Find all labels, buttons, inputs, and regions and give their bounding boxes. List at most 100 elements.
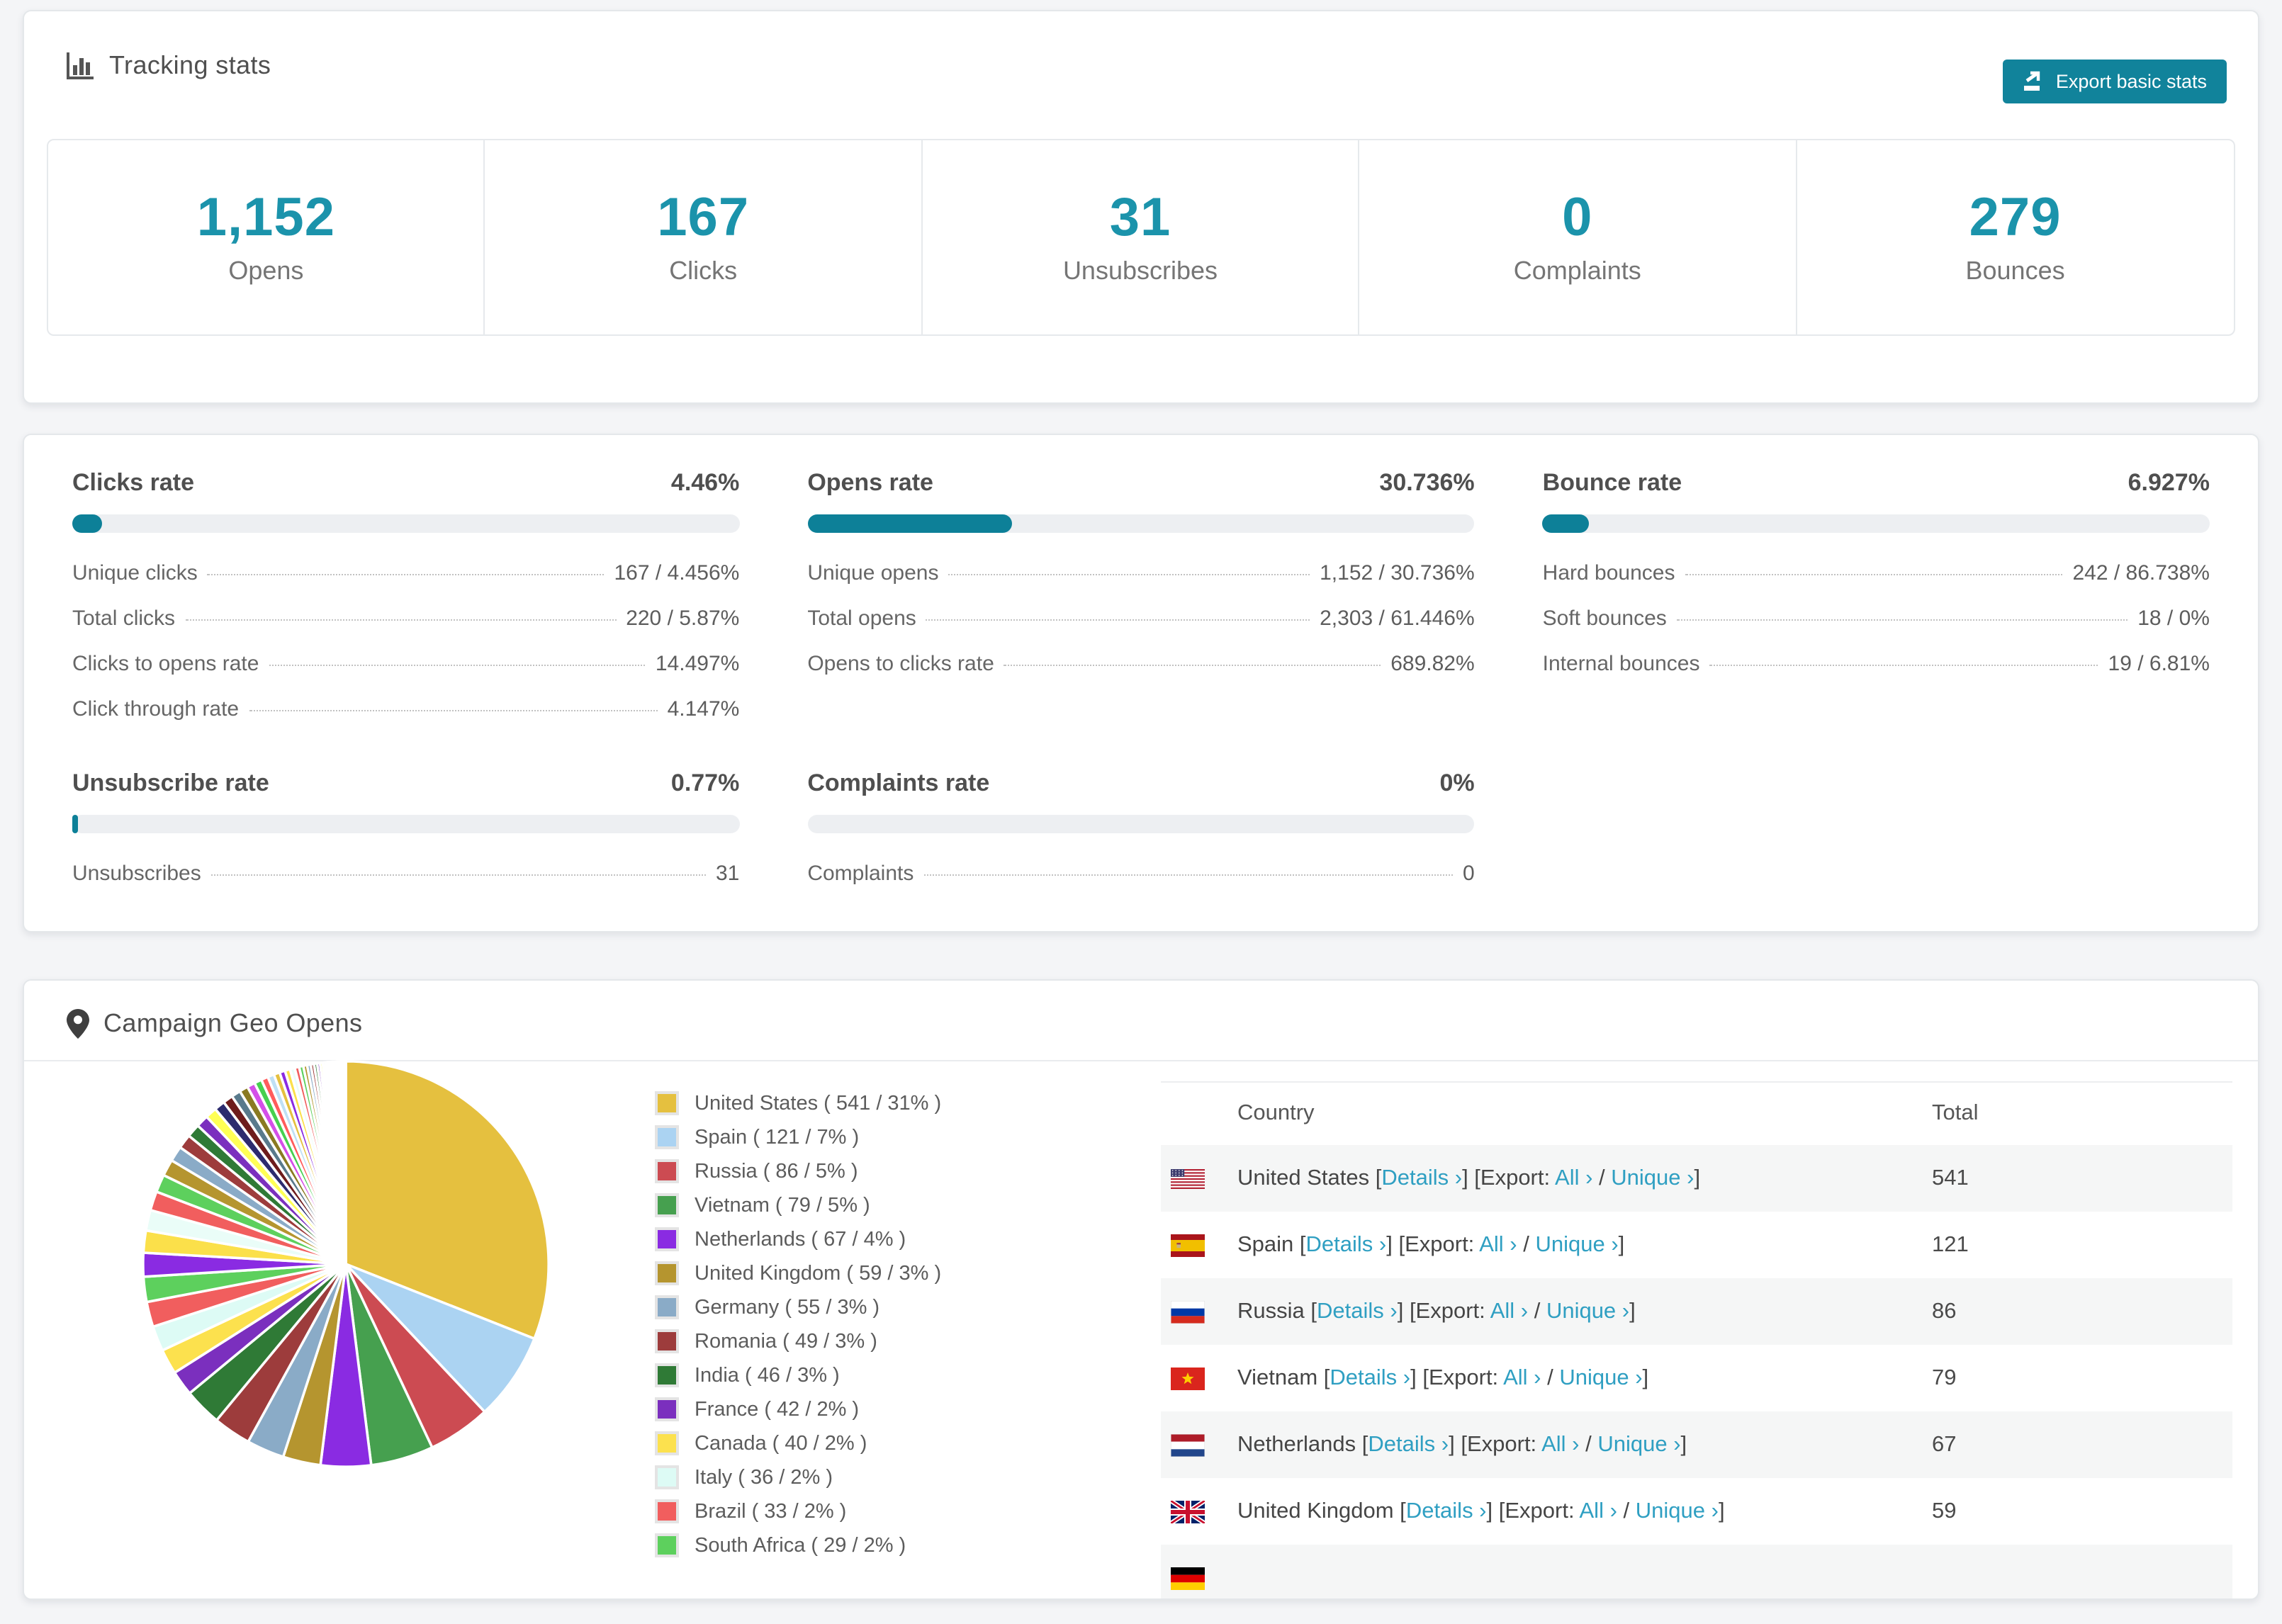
legend-swatch [655, 1193, 679, 1217]
pie-legend: United States ( 541 / 31% ) Spain ( 121 … [655, 1091, 941, 1557]
legend-item-south-africa: South Africa ( 29 / 2% ) [655, 1533, 941, 1557]
geo-table-header: Country Total [1161, 1083, 2232, 1145]
export-all-link[interactable]: All › [1541, 1432, 1579, 1456]
legend-item-united-states: United States ( 541 / 31% ) [655, 1091, 941, 1115]
flag-icon-de [1171, 1567, 1205, 1589]
rate-section-value: 6.927% [2128, 469, 2210, 496]
dotted-leader [926, 619, 1310, 621]
rate-detail-rows: Unsubscribes 31 [72, 862, 739, 886]
legend-label: Germany ( 55 / 3% ) [695, 1296, 880, 1319]
pie-slice-other [343, 1060, 347, 1265]
rate-detail-label: Opens to clicks rate [807, 652, 994, 676]
tracking-stats-card: Tracking stats Export basic stats 1,152 … [23, 10, 2259, 404]
rate-detail-rows: Complaints 0 [807, 862, 1474, 886]
export-unique-link[interactable]: Unique › [1636, 1499, 1719, 1523]
country-total: 541 [1932, 1166, 1969, 1190]
dotted-leader [207, 574, 605, 575]
table-row-united-states: United States [Details ›] [Export: All ›… [1161, 1145, 2232, 1212]
country-column-header: Country [1237, 1101, 1315, 1125]
rate-detail-row: Internal bounces 19 / 6.81% [1543, 652, 2210, 676]
legend-item-vietnam: Vietnam ( 79 / 5% ) [655, 1193, 941, 1217]
rate-detail-label: Total opens [807, 607, 916, 631]
legend-swatch [655, 1295, 679, 1319]
dotted-leader [185, 619, 617, 621]
export-unique-link[interactable]: Unique › [1559, 1365, 1642, 1389]
rate-detail-value: 0 [1462, 862, 1475, 886]
geo-header: Campaign Geo Opens [24, 981, 2258, 1039]
legend-label: Netherlands ( 67 / 4% ) [695, 1228, 906, 1251]
details-link[interactable]: Details › [1368, 1432, 1449, 1456]
legend-label: United States ( 541 / 31% ) [695, 1092, 942, 1115]
rate-detail-label: Unique opens [807, 561, 939, 585]
rate-progress-track [72, 815, 740, 833]
export-unique-link[interactable]: Unique › [1535, 1232, 1618, 1256]
export-all-link[interactable]: All › [1490, 1299, 1528, 1323]
stat-value: 0 [1562, 188, 1593, 248]
export-all-link[interactable]: All › [1555, 1166, 1592, 1190]
stat-label: Bounces [1965, 256, 2065, 285]
flag-icon-vn [1171, 1367, 1205, 1389]
export-all-link[interactable]: All › [1580, 1499, 1617, 1523]
rate-section-title: Opens rate [807, 469, 933, 496]
dotted-leader [269, 665, 646, 666]
export-unique-link[interactable]: Unique › [1611, 1166, 1694, 1190]
campaign-geo-opens-card: Campaign Geo Opens United States ( 541 /… [23, 979, 2259, 1600]
rate-detail-label: Unsubscribes [72, 862, 201, 886]
bar-chart-icon [67, 52, 95, 79]
export-basic-stats-button[interactable]: Export basic stats [2003, 60, 2227, 103]
rate-detail-label: Internal bounces [1542, 652, 1700, 676]
rate-detail-rows: Hard bounces 242 / 86.738% Soft bounces … [1543, 561, 2210, 676]
rate-section-title: Bounce rate [1542, 469, 1682, 496]
rates-grid: Clicks rate 4.46% Unique clicks 167 / 4.… [72, 469, 2210, 886]
rate-detail-row: Unsubscribes 31 [72, 862, 739, 886]
dotted-leader [1685, 574, 2063, 575]
legend-label: Romania ( 49 / 3% ) [695, 1330, 877, 1353]
legend-swatch [655, 1499, 679, 1523]
stat-label: Clicks [669, 256, 738, 285]
rate-section-value: 30.736% [1379, 469, 1475, 496]
export-unique-link[interactable]: Unique › [1546, 1299, 1629, 1323]
details-link[interactable]: Details › [1330, 1365, 1410, 1389]
legend-label: India ( 46 / 3% ) [695, 1364, 840, 1387]
country-total: 79 [1932, 1365, 1957, 1389]
legend-label: Russia ( 86 / 5% ) [695, 1160, 858, 1183]
rate-detail-label: Unique clicks [72, 561, 198, 585]
rates-card: Clicks rate 4.46% Unique clicks 167 / 4.… [23, 434, 2259, 932]
country-cell: Vietnam [Details ›] [Export: All › / Uni… [1237, 1365, 1649, 1389]
stats-summary-strip: 1,152 Opens 167 Clicks 31 Unsubscribes 0 Co… [47, 139, 2235, 336]
legend-swatch [655, 1533, 679, 1557]
export-all-link[interactable]: All › [1479, 1232, 1517, 1256]
details-link[interactable]: Details › [1406, 1499, 1487, 1523]
rate-detail-rows: Unique opens 1,152 / 30.736% Total opens… [807, 561, 1474, 676]
rate-section-head: Clicks rate 4.46% [72, 469, 739, 497]
stat-label: Opens [228, 256, 304, 285]
rate-detail-row: Soft bounces 18 / 0% [1543, 607, 2210, 631]
rate-section-head: Bounce rate 6.927% [1543, 469, 2210, 497]
legend-item-romania: Romania ( 49 / 3% ) [655, 1329, 941, 1353]
rate-progress-fill [807, 514, 1013, 533]
dotted-leader [948, 574, 1310, 575]
dotted-leader [249, 710, 658, 711]
legend-label: Vietnam ( 79 / 5% ) [695, 1194, 870, 1217]
legend-label: France ( 42 / 2% ) [695, 1398, 860, 1421]
rate-detail-value: 1,152 / 30.736% [1320, 561, 1475, 585]
legend-swatch [655, 1363, 679, 1387]
export-unique-link[interactable]: Unique › [1597, 1432, 1680, 1456]
rate-progress-track [807, 514, 1475, 533]
dotted-leader [210, 874, 706, 876]
tracking-stats-header: Tracking stats Export basic stats [24, 11, 2258, 103]
rate-section-value: 0.77% [670, 769, 740, 796]
details-link[interactable]: Details › [1306, 1232, 1387, 1256]
legend-swatch [655, 1431, 679, 1455]
country-total: 121 [1932, 1232, 1969, 1256]
flag-icon-ru [1171, 1300, 1205, 1323]
details-link[interactable]: Details › [1381, 1166, 1462, 1190]
country-cell: Russia [Details ›] [Export: All › / Uniq… [1237, 1299, 1636, 1323]
rate-section-value: 0% [1439, 769, 1475, 796]
geo-opens-pie-chart [142, 1060, 550, 1468]
rate-detail-row: Hard bounces 242 / 86.738% [1543, 561, 2210, 585]
details-link[interactable]: Details › [1317, 1299, 1398, 1323]
table-row-netherlands: Netherlands [Details ›] [Export: All › /… [1161, 1411, 2232, 1478]
rate-detail-row: Opens to clicks rate 689.82% [807, 652, 1474, 676]
export-all-link[interactable]: All › [1503, 1365, 1541, 1389]
